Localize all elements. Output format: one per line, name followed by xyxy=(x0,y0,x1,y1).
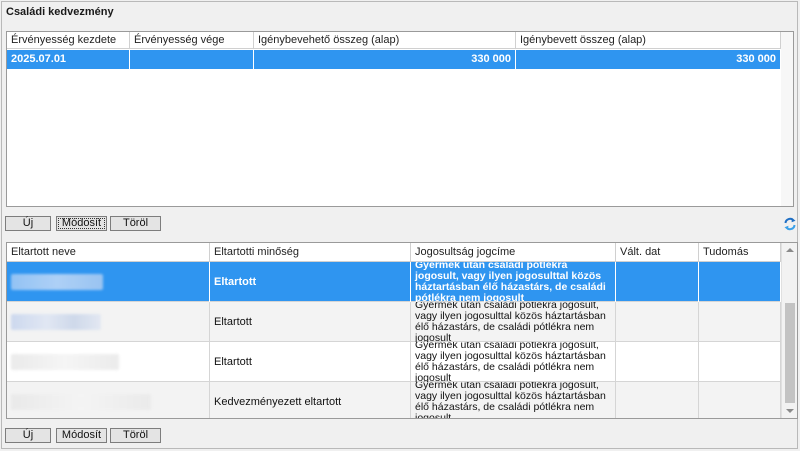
cell-entitlement: Gyermek után családi pótlékra jogosult, … xyxy=(411,342,616,382)
modify-button[interactable]: Módosít xyxy=(56,216,107,231)
column-header-start[interactable]: Érvényesség kezdete xyxy=(7,32,130,49)
delete-button[interactable]: Töröl xyxy=(110,428,161,443)
column-header-end[interactable]: Érvényesség vége xyxy=(130,32,254,49)
cell-knowledge xyxy=(699,302,781,342)
cell-knowledge xyxy=(699,262,781,302)
cell-change-date xyxy=(616,302,699,342)
column-header-knowledge[interactable]: Tudomás xyxy=(699,243,781,262)
scroll-down-icon[interactable] xyxy=(786,409,794,413)
cell-entitlement: Gyermek után családi pótlékra jogosult, … xyxy=(411,262,616,302)
cell-name xyxy=(7,382,210,418)
cell-start: 2025.07.01 xyxy=(7,50,130,69)
cell-entitlement: Gyermek után családi pótlékra jogosult, … xyxy=(411,302,616,342)
cell-name xyxy=(7,302,210,342)
new-button[interactable]: Új xyxy=(5,216,51,231)
allowance-period-grid: Érvényesség kezdete Érvényesség vége Igé… xyxy=(6,31,794,207)
cell-used: 330 000 xyxy=(516,50,781,69)
cell-change-date xyxy=(616,262,699,302)
column-header-quality[interactable]: Eltartotti minőség xyxy=(210,243,411,262)
redacted-name xyxy=(11,314,101,330)
redacted-name xyxy=(11,274,103,290)
cell-name xyxy=(7,262,210,302)
delete-button[interactable]: Töröl xyxy=(110,216,161,231)
table-row[interactable]: Eltartott Gyermek után családi pótlékra … xyxy=(7,262,781,302)
refresh-icon[interactable] xyxy=(783,217,797,231)
column-header-used[interactable]: Igénybevett összeg (alap) xyxy=(516,32,781,49)
column-header-available[interactable]: Igénybevehető összeg (alap) xyxy=(254,32,516,49)
dependents-grid: Eltartott neve Eltartotti minőség Jogosu… xyxy=(6,242,798,419)
vertical-scrollbar[interactable] xyxy=(781,243,797,418)
cell-available: 330 000 xyxy=(254,50,516,69)
table-row[interactable]: Eltartott Gyermek után családi pótlékra … xyxy=(7,342,781,382)
cell-change-date xyxy=(616,342,699,382)
grid-header: Érvényesség kezdete Érvényesség vége Igé… xyxy=(7,32,793,49)
modify-button[interactable]: Módosít xyxy=(56,428,107,443)
cell-entitlement: Gyermek után családi pótlékra jogosult, … xyxy=(411,382,616,418)
panel-title: Családi kedvezmény xyxy=(6,6,114,18)
family-allowance-panel: Családi kedvezmény Érvényesség kezdete É… xyxy=(1,1,798,449)
redacted-name xyxy=(11,354,119,370)
cell-name xyxy=(7,342,210,382)
column-header-change-date[interactable]: Vált. dat xyxy=(616,243,699,262)
cell-quality: Eltartott xyxy=(210,302,411,342)
vertical-scrollbar[interactable] xyxy=(781,32,793,206)
cell-change-date xyxy=(616,382,699,418)
new-button[interactable]: Új xyxy=(5,428,51,443)
cell-quality: Eltartott xyxy=(210,262,411,302)
cell-quality: Kedvezményezett eltartott xyxy=(210,382,411,418)
table-row[interactable]: 2025.07.01 330 000 330 000 xyxy=(7,50,781,69)
cell-knowledge xyxy=(699,342,781,382)
scrollbar-thumb[interactable] xyxy=(785,303,795,403)
cell-end xyxy=(130,50,254,69)
redacted-name xyxy=(11,394,151,410)
scroll-up-icon[interactable] xyxy=(786,248,794,252)
grid-header: Eltartott neve Eltartotti minőség Jogosu… xyxy=(7,243,781,262)
table-row[interactable]: Kedvezményezett eltartott Gyermek után c… xyxy=(7,382,781,418)
table-row[interactable]: Eltartott Gyermek után családi pótlékra … xyxy=(7,302,781,342)
column-header-name[interactable]: Eltartott neve xyxy=(7,243,210,262)
cell-knowledge xyxy=(699,382,781,418)
column-header-entitlement[interactable]: Jogosultság jogcíme xyxy=(411,243,616,262)
cell-quality: Eltartott xyxy=(210,342,411,382)
